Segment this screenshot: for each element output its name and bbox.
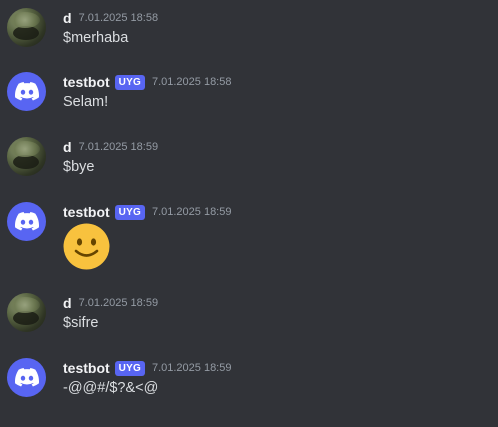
timestamp: 7.01.2025 18:59 (78, 141, 159, 153)
message-header: d 7.01.2025 18:58 (63, 8, 158, 28)
message-header: d 7.01.2025 18:59 (63, 137, 158, 157)
message-text: -@@#/$?&<@ (63, 380, 159, 396)
user-avatar[interactable] (7, 137, 46, 176)
username[interactable]: d (63, 139, 72, 155)
username[interactable]: testbot (63, 360, 110, 376)
message-header: testbot UYG 7.01.2025 18:58 (63, 72, 231, 92)
timestamp: 7.01.2025 18:59 (78, 297, 159, 309)
chat-message-list: d 7.01.2025 18:58 $merhaba testbot UYG 7… (0, 0, 498, 427)
timestamp: 7.01.2025 18:59 (151, 362, 232, 374)
message-text: $merhaba (63, 30, 129, 46)
message-text: $sifre (63, 315, 99, 331)
message-header: d 7.01.2025 18:59 (63, 293, 158, 313)
discord-logo-icon[interactable] (7, 358, 46, 397)
username[interactable]: testbot (63, 204, 110, 220)
message-header: testbot UYG 7.01.2025 18:59 (63, 202, 231, 222)
timestamp: 7.01.2025 18:59 (151, 206, 232, 218)
username[interactable]: d (63, 295, 72, 311)
discord-logo-icon[interactable] (7, 202, 46, 241)
username[interactable]: testbot (63, 74, 110, 90)
message-header: testbot UYG 7.01.2025 18:59 (63, 358, 231, 378)
app-tag-badge: UYG (114, 360, 145, 376)
app-tag-badge: UYG (114, 204, 145, 220)
timestamp: 7.01.2025 18:58 (78, 12, 159, 24)
username[interactable]: d (63, 10, 72, 26)
app-tag-badge: UYG (114, 74, 145, 90)
timestamp: 7.01.2025 18:58 (151, 76, 232, 88)
slightly-smiling-face-emoji (63, 223, 110, 270)
message-text: Selam! (63, 94, 109, 110)
user-avatar[interactable] (7, 8, 46, 47)
discord-logo-icon[interactable] (7, 72, 46, 111)
message-text: $bye (63, 159, 95, 175)
user-avatar[interactable] (7, 293, 46, 332)
